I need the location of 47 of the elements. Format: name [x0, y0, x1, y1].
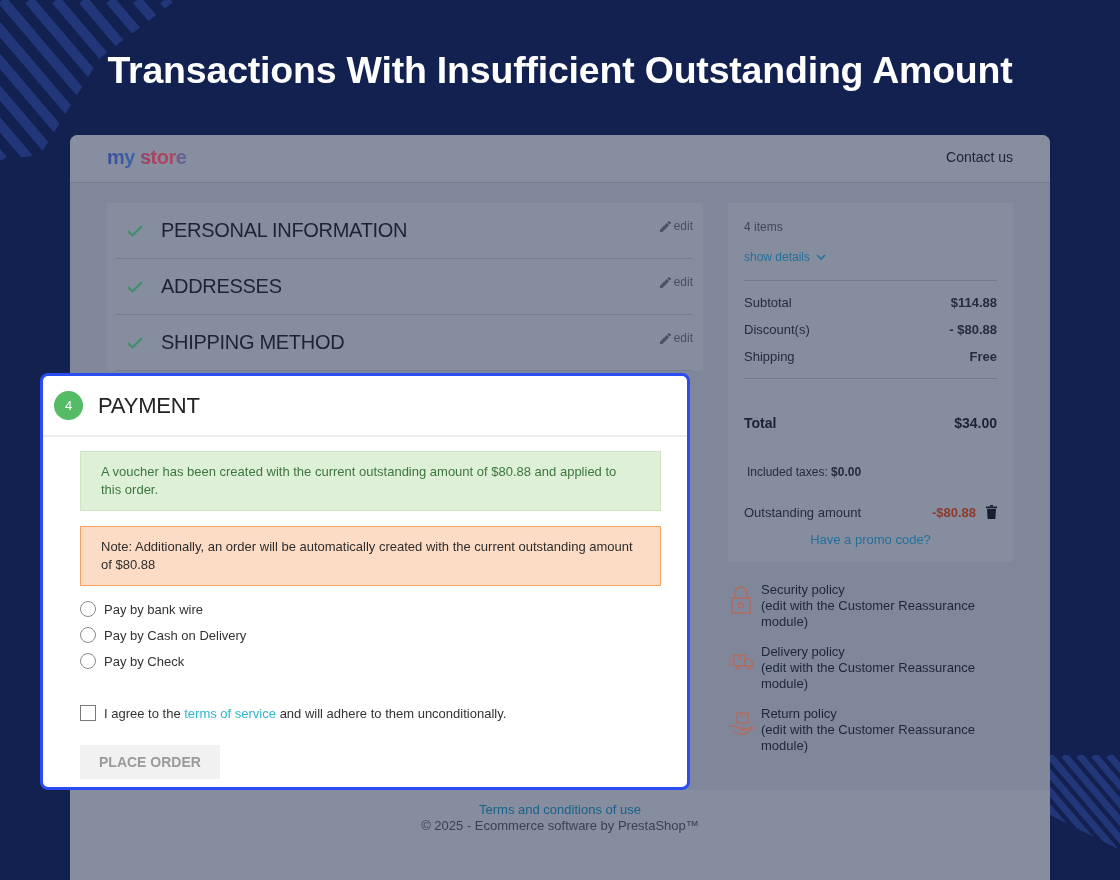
summary-value: Free	[969, 349, 997, 364]
outstanding-amount-label: Outstanding amount	[744, 504, 862, 520]
warning-message: Note: Additionally, an order will be automatically created with the current outstanding amount of $80.88	[80, 526, 661, 586]
payment-option-label[interactable]: Pay by bank wire	[104, 601, 203, 617]
summary-label: Discount(s)	[744, 322, 810, 337]
step-title: SHIPPING METHOD	[161, 331, 346, 354]
items-count: 4 items	[744, 219, 783, 236]
show-details-link[interactable]: show details	[744, 247, 827, 267]
payment-option-label[interactable]: Pay by Check	[104, 653, 185, 669]
total-value: $34.00	[954, 414, 997, 431]
pencil-icon	[659, 332, 671, 344]
pencil-icon	[659, 276, 671, 288]
policy-description: (edit with the Customer Reassurance module)	[761, 598, 976, 630]
promo-code-link[interactable]: Have a promo code?	[810, 531, 931, 547]
step-title: PERSONAL INFORMATION	[161, 219, 409, 242]
summary-value: - $80.88	[949, 322, 997, 337]
policy-description: (edit with the Customer Reassurance module)	[761, 660, 976, 692]
policy-title: Delivery policy	[761, 644, 845, 660]
success-message: A voucher has been created with the current outstanding amount of $80.88 and applied to this order.	[80, 451, 661, 511]
terms-agreement-text: I agree to the terms of service and will adhere to them unconditionally.	[104, 705, 507, 721]
padlock-icon	[728, 586, 754, 614]
terms-checkbox[interactable]	[80, 705, 96, 721]
step-title: PAYMENT	[98, 392, 200, 419]
terms-conditions-link[interactable]: Terms and conditions of use	[479, 802, 641, 818]
policy-title: Return policy	[761, 706, 837, 722]
edit-link[interactable]: edit	[659, 331, 693, 345]
step-title: ADDRESSES	[161, 275, 283, 298]
summary-label: Shipping	[744, 349, 795, 364]
trash-icon[interactable]	[986, 505, 997, 519]
edit-link[interactable]: edit	[659, 275, 693, 289]
contact-link[interactable]: Contact us	[946, 148, 1013, 165]
page-title: Transactions With Insufficient Outstanding Amount	[107, 48, 1013, 92]
payment-option-label[interactable]: Pay by Cash on Delivery	[104, 627, 247, 643]
pencil-icon	[659, 220, 671, 232]
policy-title: Security policy	[761, 582, 845, 598]
policy-description: (edit with the Customer Reassurance module)	[761, 722, 976, 754]
step-number: 4	[54, 391, 83, 420]
outstanding-amount-value: -$80.88	[931, 504, 976, 520]
summary-label: Subtotal	[744, 295, 792, 310]
included-taxes-text: Included taxes: $0.00	[747, 465, 862, 479]
hand-with-box-icon	[728, 710, 754, 738]
copyright-text: © 2025 - Ecommerce software by PrestaShop™	[421, 818, 699, 834]
total-label: Total	[744, 414, 777, 431]
summary-value: $114.88	[950, 295, 997, 310]
edit-link[interactable]: edit	[659, 219, 693, 233]
chevron-down-icon	[816, 254, 827, 260]
terms-of-service-link[interactable]: terms of service	[184, 705, 276, 721]
